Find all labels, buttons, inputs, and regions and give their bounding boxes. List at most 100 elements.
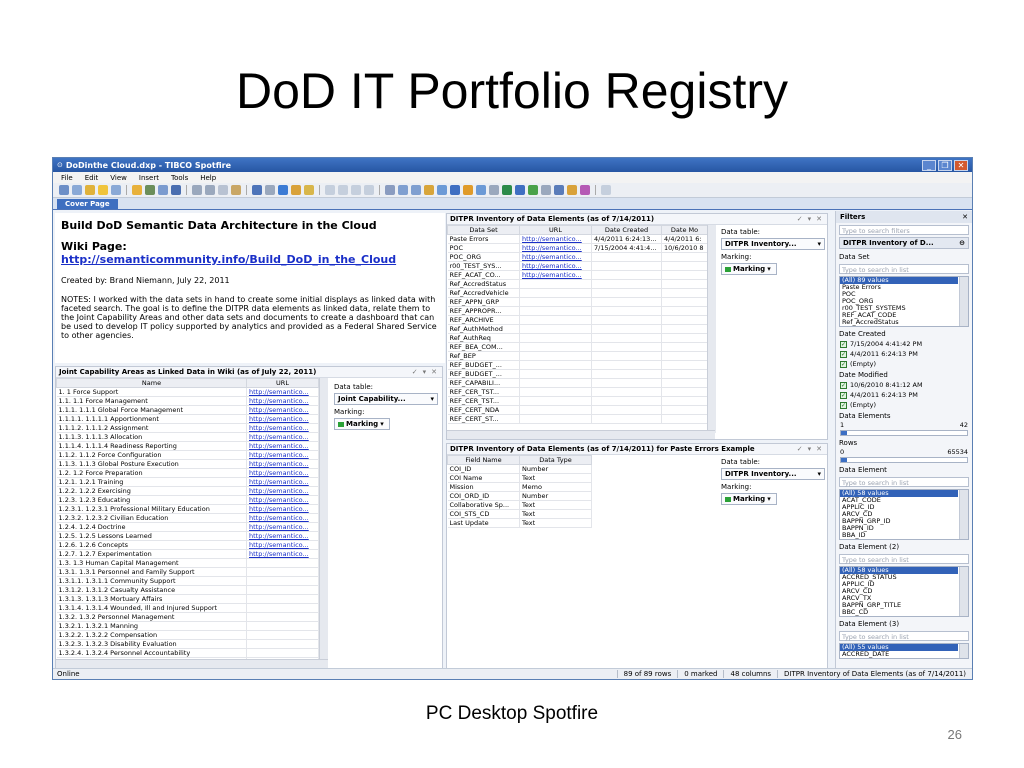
dropdown-icon[interactable]: ▾ bbox=[808, 215, 812, 223]
minimize-icon[interactable]: _ bbox=[922, 159, 936, 171]
table-cell[interactable]: http://semantico... bbox=[246, 468, 319, 478]
data-table-selector[interactable]: DITPR Inventory... ▾ bbox=[721, 468, 825, 480]
details-icon[interactable] bbox=[72, 185, 82, 195]
list-search-input[interactable]: Type to search in list bbox=[839, 477, 969, 487]
star-icon[interactable] bbox=[98, 185, 108, 195]
table-cell[interactable]: http://semantico... bbox=[246, 486, 319, 496]
table-row[interactable]: REF_CAPABILI... bbox=[447, 378, 708, 388]
list-item[interactable]: ACCRED_STATUS bbox=[840, 574, 958, 581]
filter-checkbox-row[interactable]: ✓ 10/6/2010 8:41:12 AM bbox=[836, 380, 972, 390]
checkbox-icon[interactable]: ✓ bbox=[840, 401, 847, 409]
table-row[interactable]: REF_CER_TST... bbox=[447, 396, 708, 406]
check-icon[interactable]: ✓ bbox=[797, 445, 803, 453]
table-row[interactable]: 1. 1 Force Support http://semantico... bbox=[56, 387, 319, 397]
combination-chart-icon[interactable] bbox=[450, 185, 460, 195]
table-row[interactable]: Ref_AccredVehicle bbox=[447, 288, 708, 298]
table-row[interactable]: Ref_AuthMethod bbox=[447, 324, 708, 334]
column-header[interactable]: Date Mo bbox=[661, 225, 708, 235]
table-row[interactable]: REF_APPROPR... bbox=[447, 306, 708, 316]
filter-search-input[interactable]: Type to search filters bbox=[839, 225, 969, 235]
data-table-selector[interactable]: Joint Capability... ▾ bbox=[334, 393, 438, 405]
table-row[interactable]: Last Update Text bbox=[447, 518, 592, 528]
ditpr-horizontal-scrollbar[interactable] bbox=[447, 430, 715, 439]
column-header[interactable]: Date Created bbox=[591, 225, 662, 235]
list-item[interactable]: BAPPN_GRP_ID bbox=[840, 518, 958, 525]
table-cell[interactable]: http://semantico... bbox=[519, 252, 592, 262]
table-cell[interactable]: http://semantico... bbox=[246, 540, 319, 550]
table-row[interactable]: 1.2.6. 1.2.6 Concepts http://semantico... bbox=[56, 540, 319, 550]
table-cell[interactable]: http://semantico... bbox=[246, 513, 319, 523]
table-cell[interactable]: http://semantico... bbox=[246, 387, 319, 397]
table-row[interactable]: Ref_AuthReq bbox=[447, 333, 708, 343]
table-icon[interactable] bbox=[398, 185, 408, 195]
menu-edit[interactable]: Edit bbox=[85, 174, 99, 182]
dropdown-icon[interactable]: ▾ bbox=[808, 445, 812, 453]
table-cell[interactable]: http://semantico... bbox=[246, 522, 319, 532]
save-icon[interactable] bbox=[171, 185, 181, 195]
table-cell[interactable]: http://semantico... bbox=[246, 423, 319, 433]
table-row[interactable]: REF_APPN_GRP bbox=[447, 297, 708, 307]
close-panel-icon[interactable]: ✕ bbox=[816, 215, 822, 223]
dropdown-icon[interactable]: ▾ bbox=[423, 368, 427, 376]
table-row[interactable]: 1.3. 1.3 Human Capital Management bbox=[56, 558, 319, 568]
rows-range-slider[interactable] bbox=[840, 457, 968, 463]
table-row[interactable]: 1.2.3.2. 1.2.3.2 Civilian Education http:… bbox=[56, 513, 319, 523]
table-cell[interactable]: http://semantico... bbox=[246, 477, 319, 487]
list-item[interactable]: ARCV_CD bbox=[840, 511, 958, 518]
list-item[interactable]: BAPPN_GRP_TITLE bbox=[840, 602, 958, 609]
table-row[interactable]: 1.1.1.4. 1.1.1.4 Readiness Reporting http… bbox=[56, 441, 319, 451]
menu-insert[interactable]: Insert bbox=[139, 174, 159, 182]
forward-icon[interactable] bbox=[291, 185, 301, 195]
open-icon[interactable] bbox=[132, 185, 142, 195]
data-element-3-list[interactable]: (All) 55 values ACCRED_DATE bbox=[839, 643, 969, 659]
column-header[interactable]: Data Type bbox=[519, 455, 592, 465]
paste-icon[interactable] bbox=[231, 185, 241, 195]
data-elements-range-slider[interactable] bbox=[840, 430, 968, 436]
table-row[interactable]: POC http://semantico... 7/15/2004 4:41:4..… bbox=[447, 243, 708, 253]
table-row[interactable]: 1.1.1.2. 1.1.1.2 Assignment http://semant… bbox=[56, 423, 319, 433]
table-row[interactable]: 1.3.1.3. 1.3.1.3 Mortuary Affairs bbox=[56, 594, 319, 604]
table-row[interactable]: 1.2. 1.2 Force Preparation http://semanti… bbox=[56, 468, 319, 478]
column-header[interactable]: Name bbox=[56, 378, 247, 388]
parallel-coordinates-icon[interactable] bbox=[541, 185, 551, 195]
table-row[interactable]: 1.2.1. 1.2.1 Training http://semantico... bbox=[56, 477, 319, 487]
table-cell[interactable]: http://semantico... bbox=[246, 405, 319, 415]
table-row[interactable]: POC_ORG http://semantico... bbox=[447, 252, 708, 262]
table-row[interactable]: 1.2.2. 1.2.2 Exercising http://semantico.… bbox=[56, 486, 319, 496]
menu-tools[interactable]: Tools bbox=[171, 174, 188, 182]
layout-icon[interactable] bbox=[338, 185, 348, 195]
list-item[interactable]: BBA_ID bbox=[840, 532, 958, 539]
table-row[interactable]: COI_ORD_ID Number bbox=[447, 491, 592, 501]
jca-horizontal-scrollbar[interactable] bbox=[56, 659, 328, 668]
ditpr-vertical-scrollbar[interactable] bbox=[707, 225, 716, 433]
table-row[interactable]: 1.3.2.4. 1.3.2.4 Personnel Accountabilit… bbox=[56, 648, 319, 658]
export-icon[interactable] bbox=[205, 185, 215, 195]
table-row[interactable]: 1.3.1. 1.3.1 Personnel and Family Suppor… bbox=[56, 567, 319, 577]
list-item[interactable]: REF_ACAT_CODE bbox=[840, 312, 958, 319]
graphical-table-icon[interactable] bbox=[515, 185, 525, 195]
table-row[interactable]: COI_STS_CD Text bbox=[447, 509, 592, 519]
column-header[interactable]: Field Name bbox=[447, 455, 520, 465]
menu-view[interactable]: View bbox=[110, 174, 127, 182]
column-header[interactable]: Data Set bbox=[447, 225, 520, 235]
layout-icon[interactable] bbox=[351, 185, 361, 195]
checkbox-icon[interactable]: ✓ bbox=[840, 381, 847, 389]
data-element-list[interactable]: (All) 58 values ACAT_CODE APPLIC_ID ARCV_CD… bbox=[839, 489, 969, 540]
list-item[interactable]: ARCV_TX bbox=[840, 595, 958, 602]
list-item[interactable]: POC_ORG bbox=[840, 298, 958, 305]
filter-checkbox-row[interactable]: ✓ 4/4/2011 6:24:13 PM bbox=[836, 349, 972, 359]
table-cell[interactable]: http://semantico... bbox=[519, 243, 592, 253]
close-panel-icon[interactable]: ✕ bbox=[816, 445, 822, 453]
table-row[interactable]: Collaborative Sp... Text bbox=[447, 500, 592, 510]
filter-icon[interactable] bbox=[59, 185, 69, 195]
list-item[interactable]: ACAT_CODE bbox=[840, 497, 958, 504]
filter-checkbox-row[interactable]: ✓ 4/4/2011 6:24:13 PM bbox=[836, 390, 972, 400]
table-row[interactable]: REF_ARCHIVE bbox=[447, 315, 708, 325]
list-scrollbar[interactable] bbox=[959, 567, 968, 616]
checkbox-icon[interactable]: ✓ bbox=[840, 391, 847, 399]
line-chart-icon[interactable] bbox=[437, 185, 447, 195]
table-cell[interactable]: http://semantico... bbox=[246, 432, 319, 442]
table-row[interactable]: 1.1.1.1. 1.1.1.1 Apportionment http://sem… bbox=[56, 414, 319, 424]
close-icon[interactable]: ✕ bbox=[954, 159, 968, 171]
table-row[interactable]: 1.3.1.4. 1.3.1.4 Wounded, Ill and Injure… bbox=[56, 603, 319, 613]
